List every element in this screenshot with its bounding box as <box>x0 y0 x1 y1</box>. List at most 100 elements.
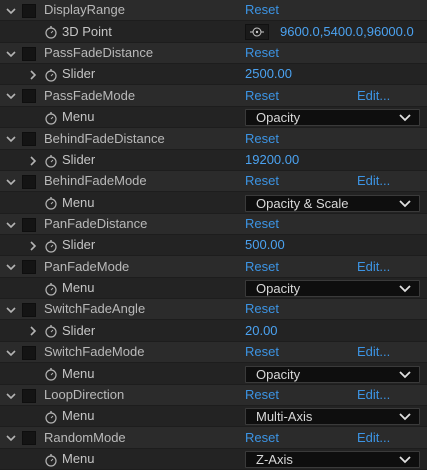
sub-property-name: Menu <box>62 280 95 295</box>
sub-row-3d-point: 3D Point 9600.0,5400.0,96000.0 <box>0 21 427 43</box>
sub-row-slider: Slider 20.00 <box>0 320 427 342</box>
sub-property-name: Slider <box>62 323 96 338</box>
chevron-down-icon[interactable] <box>6 262 16 272</box>
stopwatch-icon[interactable] <box>44 196 58 210</box>
enable-checkbox[interactable] <box>22 174 36 189</box>
reset-link[interactable]: Reset <box>245 214 279 234</box>
stopwatch-icon[interactable] <box>44 410 58 424</box>
stopwatch-icon[interactable] <box>44 453 58 467</box>
chevron-down-icon[interactable] <box>6 6 16 16</box>
menu-dropdown[interactable]: Opacity <box>245 109 420 126</box>
stopwatch-icon[interactable] <box>44 239 58 253</box>
chevron-down-icon <box>399 370 411 379</box>
chevron-down-icon[interactable] <box>6 220 16 230</box>
menu-dropdown[interactable]: Multi-Axis <box>245 408 420 425</box>
property-row-passfademode: PassFadeMode Reset Edit... <box>0 85 427 107</box>
stopwatch-icon[interactable] <box>44 324 58 338</box>
edit-link[interactable]: Edit... <box>357 427 390 448</box>
crosshair-icon[interactable] <box>245 24 269 40</box>
reset-link[interactable]: Reset <box>245 256 279 277</box>
enable-checkbox[interactable] <box>22 431 36 445</box>
reset-link[interactable]: Reset <box>245 43 279 63</box>
enable-checkbox[interactable] <box>22 132 36 146</box>
reset-link[interactable]: Reset <box>245 299 279 319</box>
sub-row-menu: Menu Opacity <box>0 107 427 128</box>
reset-link[interactable]: Reset <box>245 342 279 362</box>
dropdown-value: Opacity <box>256 281 301 296</box>
slider-value[interactable]: 2500.00 <box>245 64 292 84</box>
chevron-down-icon[interactable] <box>6 91 16 101</box>
property-row-randommode: RandomMode Reset Edit... <box>0 427 427 449</box>
enable-checkbox[interactable] <box>22 46 36 61</box>
reset-link[interactable]: Reset <box>245 171 279 191</box>
chevron-right-icon[interactable] <box>28 240 38 251</box>
edit-link[interactable]: Edit... <box>357 342 390 362</box>
property-row-behindfademode: BehindFadeMode Reset Edit... <box>0 171 427 192</box>
chevron-down-icon[interactable] <box>6 433 16 443</box>
property-row-loopdirection: LoopDirection Reset Edit... <box>0 385 427 406</box>
dropdown-value: Opacity <box>256 366 301 382</box>
chevron-right-icon[interactable] <box>28 69 38 80</box>
edit-link[interactable]: Edit... <box>357 171 390 191</box>
menu-dropdown[interactable]: Opacity <box>245 280 420 297</box>
reset-link[interactable]: Reset <box>245 85 279 106</box>
edit-link[interactable]: Edit... <box>357 85 390 106</box>
sub-row-menu: Menu Multi-Axis <box>0 406 427 427</box>
enable-checkbox[interactable] <box>22 260 36 274</box>
chevron-down-icon[interactable] <box>6 305 16 315</box>
dropdown-value: Opacity & Scale <box>256 195 349 211</box>
sub-property-name: Slider <box>62 66 96 81</box>
chevron-down-icon <box>399 412 411 421</box>
stopwatch-icon[interactable] <box>44 367 58 381</box>
property-name: LoopDirection <box>44 387 125 402</box>
sub-row-slider: Slider 2500.00 <box>0 64 427 85</box>
property-row-panfademode: PanFadeMode Reset Edit... <box>0 256 427 278</box>
property-name: PanFadeDistance <box>44 216 148 231</box>
chevron-down-icon[interactable] <box>6 177 16 187</box>
point-value[interactable]: 9600.0,5400.0,96000.0 <box>280 21 414 42</box>
menu-dropdown[interactable]: Z-Axis <box>245 451 420 468</box>
enable-checkbox[interactable] <box>22 345 36 360</box>
stopwatch-icon[interactable] <box>44 282 58 296</box>
chevron-down-icon[interactable] <box>6 391 16 401</box>
sub-row-menu: Menu Opacity & Scale <box>0 192 427 214</box>
enable-checkbox[interactable] <box>22 302 36 317</box>
reset-link[interactable]: Reset <box>245 427 279 448</box>
sub-property-name: Menu <box>62 408 95 423</box>
slider-value[interactable]: 20.00 <box>245 320 278 341</box>
stopwatch-icon[interactable] <box>44 25 58 39</box>
enable-checkbox[interactable] <box>22 3 36 18</box>
slider-value[interactable]: 500.00 <box>245 235 285 255</box>
chevron-down-icon <box>399 455 411 464</box>
effect-controls-panel: DisplayRange Reset 3D Point 9600.0,5400.… <box>0 0 427 470</box>
edit-link[interactable]: Edit... <box>357 256 390 277</box>
stopwatch-icon[interactable] <box>44 111 58 125</box>
chevron-down-icon[interactable] <box>6 348 16 358</box>
menu-dropdown[interactable]: Opacity & Scale <box>245 194 420 212</box>
property-row-switchfademode: SwitchFadeMode Reset Edit... <box>0 342 427 363</box>
reset-link[interactable]: Reset <box>245 385 279 405</box>
slider-value[interactable]: 19200.00 <box>245 150 299 170</box>
chevron-right-icon[interactable] <box>28 326 38 336</box>
stopwatch-icon[interactable] <box>44 68 58 82</box>
reset-link[interactable]: Reset <box>245 128 279 149</box>
enable-checkbox[interactable] <box>22 388 36 403</box>
property-name: BehindFadeDistance <box>44 131 165 146</box>
reset-link[interactable]: Reset <box>245 0 279 20</box>
enable-checkbox[interactable] <box>22 217 36 232</box>
sub-row-menu: Menu Opacity <box>0 278 427 299</box>
stopwatch-icon[interactable] <box>44 154 58 168</box>
edit-link[interactable]: Edit... <box>357 385 390 405</box>
chevron-down-icon[interactable] <box>6 134 16 144</box>
chevron-right-icon[interactable] <box>28 155 38 166</box>
chevron-down-icon <box>399 199 411 208</box>
property-row-passfadedistance: PassFadeDistance Reset <box>0 43 427 64</box>
enable-checkbox[interactable] <box>22 89 36 103</box>
sub-row-slider: Slider 19200.00 <box>0 150 427 171</box>
property-row-switchfadeangle: SwitchFadeAngle Reset <box>0 299 427 320</box>
dropdown-value: Z-Axis <box>256 452 293 467</box>
chevron-down-icon[interactable] <box>6 49 16 59</box>
sub-row-menu: Menu Opacity <box>0 363 427 385</box>
property-row-behindfadedistance: BehindFadeDistance Reset <box>0 128 427 150</box>
menu-dropdown[interactable]: Opacity <box>245 365 420 383</box>
